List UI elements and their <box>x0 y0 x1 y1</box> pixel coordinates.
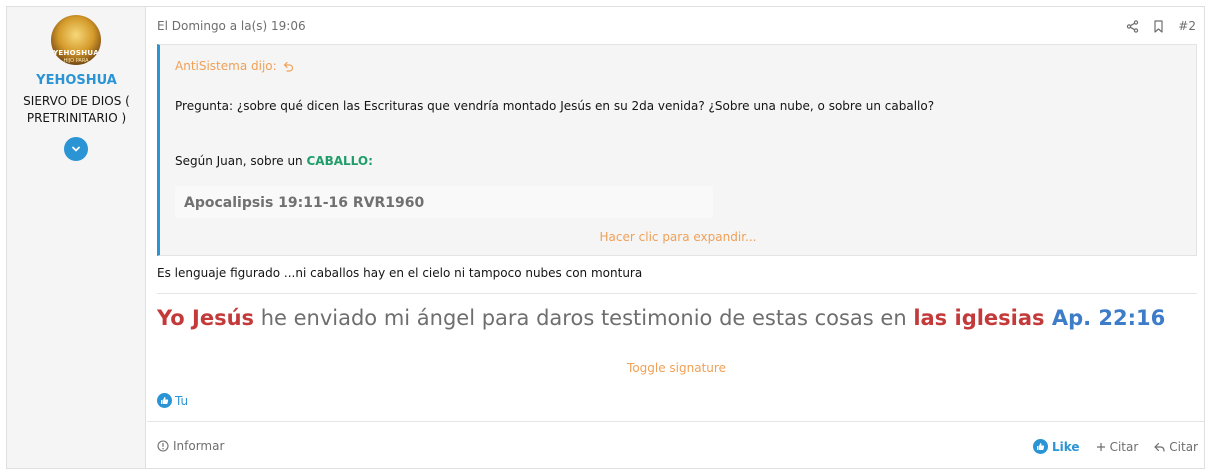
username[interactable]: YEHOSHUA <box>7 73 146 88</box>
multi-quote-label: Citar <box>1109 439 1139 454</box>
avatar[interactable]: YEHOSHUA HIJO PARA <box>51 15 101 65</box>
post-number[interactable]: #2 <box>1178 19 1196 33</box>
like-label: Like <box>1052 439 1080 454</box>
signature-divider <box>157 293 1197 294</box>
user-title: SIERVO DE DIOS ( PRETRINITARIO ) <box>23 94 130 125</box>
share-icon[interactable] <box>1126 19 1139 33</box>
quote-text-line: Pregunta: ¿sobre qué dicen las Escritura… <box>175 99 935 113</box>
plus-icon <box>1096 442 1105 451</box>
expand-user-info-button[interactable] <box>64 137 88 161</box>
report-button[interactable]: Informar <box>157 439 224 453</box>
quote-text-prefix: Según Juan, sobre un <box>175 154 307 168</box>
go-to-quote-icon <box>283 61 293 72</box>
avatar-sublabel: HIJO PARA <box>63 58 89 64</box>
warning-icon <box>157 440 169 452</box>
quote-author-link[interactable]: AntiSistema dijo: <box>175 59 294 73</box>
signature-part: Yo Jesús <box>157 306 255 330</box>
quote-emphasis: CABALLO: <box>306 154 373 168</box>
forum-post: YEHOSHUA HIJO PARA YEHOSHUA SIERVO DE DI… <box>6 6 1205 469</box>
post-actions: #2 <box>1126 19 1196 33</box>
footer-actions: Like Citar Citar <box>1033 439 1198 454</box>
toggle-signature-link[interactable]: Toggle signature <box>147 361 1206 375</box>
post-main: El Domingo a la(s) 19:06 #2 AntiSistema … <box>147 7 1204 468</box>
chevron-down-icon <box>72 146 80 152</box>
avatar-label: YEHOSHUA <box>53 49 99 57</box>
signature-part: he enviado mi ángel para daros testimoni… <box>254 306 914 330</box>
report-label: Informar <box>173 439 225 453</box>
post-date[interactable]: El Domingo a la(s) 19:06 <box>157 19 306 33</box>
multi-quote-button[interactable]: Citar <box>1096 439 1139 454</box>
like-button[interactable]: Like <box>1033 439 1080 454</box>
expand-quote-link[interactable]: Hacer clic para expandir... <box>160 230 1196 244</box>
post-footer: Informar Like Citar Citar <box>147 421 1204 469</box>
signature-part: Ap. 22:16 <box>1044 306 1166 330</box>
reply-icon <box>1154 442 1165 452</box>
user-info-panel: YEHOSHUA HIJO PARA YEHOSHUA SIERVO DE DI… <box>7 7 146 468</box>
post-body: Es lenguaje figurado ...ni caballos hay … <box>157 266 643 280</box>
bookmark-icon[interactable] <box>1153 19 1164 33</box>
quote-block: AntiSistema dijo: Pregunta: ¿sobre qué d… <box>157 44 1197 256</box>
signature-part: las iglesias <box>913 306 1045 330</box>
reply-quote-label: Citar <box>1169 439 1198 454</box>
scripture-reference: Apocalipsis 19:11-16 RVR1960 <box>175 186 713 218</box>
reaction-user: Tu <box>175 393 189 408</box>
reactions-bar[interactable]: Tu <box>157 393 188 408</box>
like-reaction-icon <box>157 393 172 408</box>
thumbs-up-icon <box>1033 439 1048 454</box>
quote-author: AntiSistema dijo: <box>175 59 277 73</box>
quote-text-line: Según Juan, sobre un CABALLO: <box>175 154 373 168</box>
signature: Yo Jesús he enviado mi ángel para daros … <box>157 306 1165 330</box>
reply-quote-button[interactable]: Citar <box>1154 440 1198 454</box>
